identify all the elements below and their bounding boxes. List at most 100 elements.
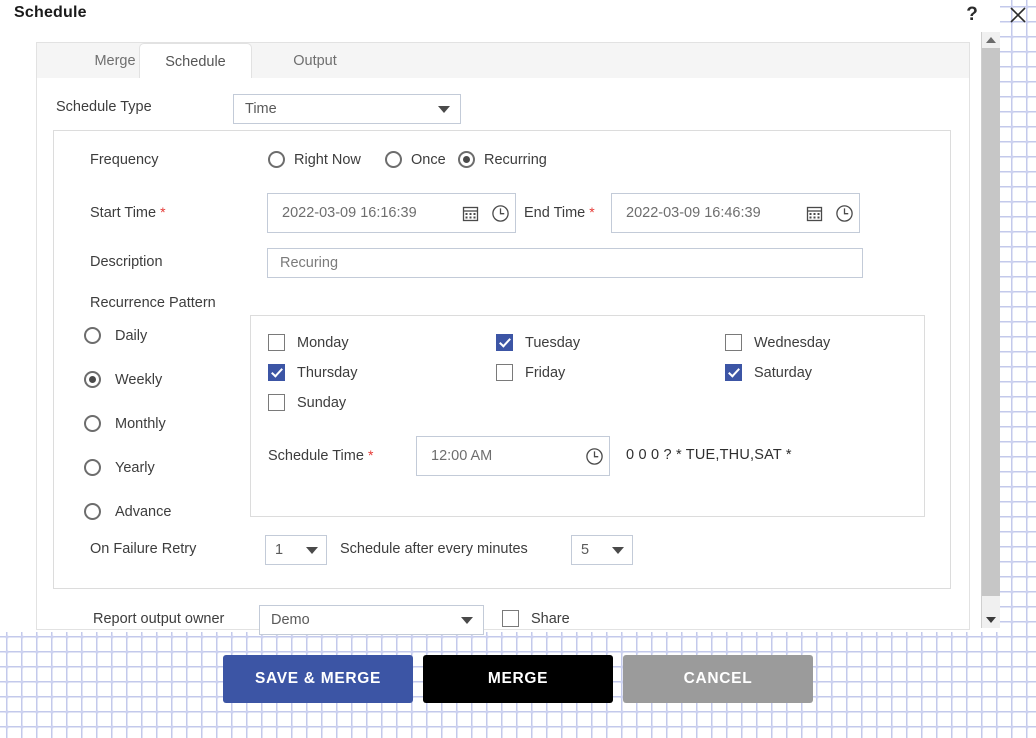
start-time-label-text: Start Time (90, 205, 157, 221)
schedule-time-row: Schedule Time * 12:00 AM 0 0 0 ? * TUE,T… (268, 436, 908, 476)
recurrence-option-weekly-label: Weekly (115, 371, 163, 388)
chevron-up-icon (986, 37, 996, 43)
share-checkbox-option[interactable]: Share (502, 610, 570, 627)
radio-weekly[interactable] (84, 371, 101, 388)
frequency-option-right-now[interactable]: Right Now (268, 151, 361, 168)
dialog-header (0, 0, 790, 28)
clock-icon[interactable] (579, 447, 609, 466)
schedule-type-label: Schedule Type (56, 99, 152, 115)
radio-monthly[interactable] (84, 415, 101, 432)
recurrence-pattern-label: Recurrence Pattern (90, 295, 216, 311)
radio-advance[interactable] (84, 503, 101, 520)
frequency-option-right-now-label: Right Now (294, 151, 361, 168)
chevron-down-icon (461, 617, 473, 624)
checkbox-share[interactable] (502, 610, 519, 627)
on-failure-retry-select[interactable]: 1 (265, 535, 327, 565)
radio-right-now[interactable] (268, 151, 285, 168)
schedule-type-select[interactable]: Time (233, 94, 461, 124)
day-checkbox-wednesday[interactable]: Wednesday (725, 334, 830, 351)
recurrence-option-monthly[interactable]: Monthly (84, 415, 166, 432)
frequency-option-once[interactable]: Once (385, 151, 446, 168)
calendar-icon[interactable] (799, 205, 829, 222)
calendar-icon[interactable] (455, 205, 485, 222)
description-row: Description Recuring (90, 248, 900, 278)
end-time-value: 2022-03-09 16:46:39 (626, 205, 761, 221)
frequency-option-recurring-label: Recurring (484, 151, 547, 168)
schedule-after-select[interactable]: 5 (571, 535, 633, 565)
schedule-type-row: Schedule Type Time (56, 94, 486, 124)
checkbox-thursday[interactable] (268, 364, 285, 381)
recurrence-option-weekly[interactable]: Weekly (84, 371, 162, 388)
schedule-type-value: Time (245, 101, 277, 117)
frequency-option-once-label: Once (411, 151, 446, 168)
report-output-owner-select[interactable]: Demo (259, 605, 484, 635)
close-icon (1010, 7, 1026, 23)
description-label: Description (90, 254, 163, 270)
checkbox-wednesday[interactable] (725, 334, 742, 351)
radio-yearly[interactable] (84, 459, 101, 476)
start-time-required-marker: * (160, 204, 166, 220)
scroll-down-button[interactable] (982, 612, 1000, 628)
radio-daily[interactable] (84, 327, 101, 344)
day-checkbox-tuesday[interactable]: Tuesday (496, 334, 580, 351)
chevron-down-icon (986, 617, 996, 623)
day-label-sunday: Sunday (297, 394, 347, 411)
day-label-friday: Friday (525, 364, 566, 381)
checkbox-sunday[interactable] (268, 394, 285, 411)
help-button[interactable]: ? (958, 2, 986, 28)
clock-icon[interactable] (485, 204, 515, 223)
merge-button[interactable]: MERGE (423, 655, 613, 703)
description-input[interactable]: Recuring (267, 248, 863, 278)
chevron-down-icon (438, 106, 450, 113)
day-checkbox-sunday[interactable]: Sunday (268, 394, 346, 411)
checkbox-tuesday[interactable] (496, 334, 513, 351)
scroll-up-button[interactable] (982, 32, 1000, 48)
end-time-label: End Time * (524, 204, 595, 221)
recurrence-option-daily[interactable]: Daily (84, 327, 147, 344)
schedule-time-required-marker: * (367, 447, 374, 463)
recurrence-option-monthly-label: Monthly (115, 415, 166, 432)
tab-schedule[interactable]: Schedule (139, 43, 252, 80)
day-label-wednesday: Wednesday (754, 334, 831, 351)
schedule-dialog: Schedule Merge Schedule Output Schedule … (0, 0, 1000, 635)
dialog-footer: SAVE & MERGE MERGE CANCEL (0, 655, 1036, 709)
start-time-field[interactable]: 2022-03-09 16:16:39 (267, 193, 516, 233)
close-button[interactable] (1004, 2, 1032, 28)
schedule-time-field[interactable]: 12:00 AM (416, 436, 610, 476)
checkbox-monday[interactable] (268, 334, 285, 351)
schedule-time-label-text: Schedule Time (268, 448, 364, 464)
schedule-time-value: 12:00 AM (431, 448, 493, 464)
end-time-field[interactable]: 2022-03-09 16:46:39 (611, 193, 860, 233)
day-checkbox-thursday[interactable]: Thursday (268, 364, 357, 381)
save-and-merge-button[interactable]: SAVE & MERGE (223, 655, 413, 703)
day-label-tuesday: Tuesday (525, 334, 581, 351)
report-output-owner-label: Report output owner (93, 611, 225, 627)
checkbox-saturday[interactable] (725, 364, 742, 381)
recurring-settings-group: Frequency Right Now Once Recurring Start… (53, 130, 951, 589)
clock-icon[interactable] (829, 204, 859, 223)
on-failure-retry-label: On Failure Retry (90, 541, 197, 557)
cron-expression: 0 0 0 ? * TUE,THU,SAT * (626, 447, 792, 463)
vertical-scrollbar[interactable] (981, 32, 1000, 628)
schedule-after-label: Schedule after every minutes (340, 541, 528, 557)
start-time-label: Start Time * (90, 204, 166, 221)
scrollbar-thumb[interactable] (982, 48, 1000, 596)
tab-bar: Merge Schedule Output (36, 42, 970, 80)
day-checkbox-saturday[interactable]: Saturday (725, 364, 812, 381)
retry-row: On Failure Retry 1 Schedule after every … (90, 535, 900, 565)
recurrence-option-advance[interactable]: Advance (84, 503, 171, 520)
day-label-thursday: Thursday (297, 364, 358, 381)
tab-output[interactable]: Output (265, 43, 365, 79)
checkbox-friday[interactable] (496, 364, 513, 381)
frequency-option-recurring[interactable]: Recurring (458, 151, 547, 168)
on-failure-retry-value: 1 (275, 542, 284, 558)
radio-once[interactable] (385, 151, 402, 168)
recurrence-option-yearly[interactable]: Yearly (84, 459, 155, 476)
radio-recurring[interactable] (458, 151, 475, 168)
day-checkbox-friday[interactable]: Friday (496, 364, 565, 381)
schedule-tab-panel: Schedule Type Time Frequency Right Now O… (36, 78, 970, 635)
frequency-row: Frequency Right Now Once Recurring (90, 149, 610, 173)
day-checkbox-monday[interactable]: Monday (268, 334, 349, 351)
day-label-saturday: Saturday (754, 364, 813, 381)
cancel-button[interactable]: CANCEL (623, 655, 813, 703)
